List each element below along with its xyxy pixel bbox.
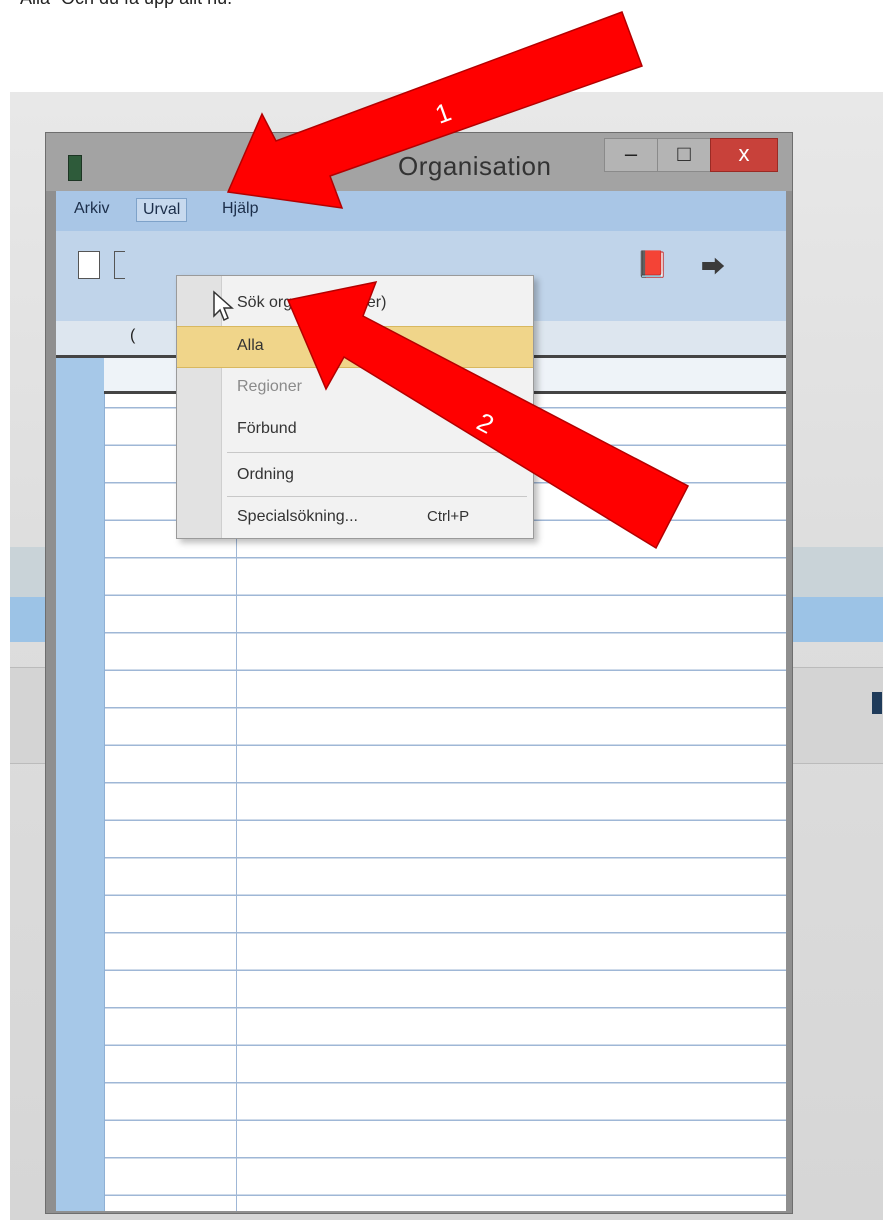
annotation-arrows	[226, 11, 690, 550]
